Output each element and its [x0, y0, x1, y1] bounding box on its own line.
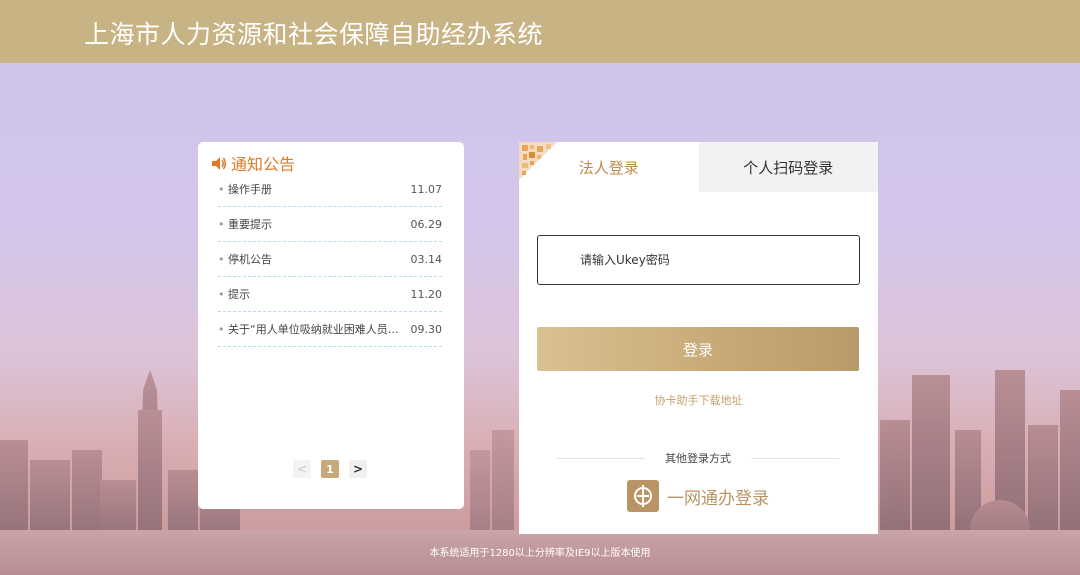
- notice-item[interactable]: 关于“用人单位吸纳就业困难人员岗位... 09.30: [218, 312, 442, 347]
- speaker-icon: [212, 156, 226, 170]
- login-tabs: 法人登录 个人扫码登录: [519, 142, 878, 192]
- notice-list: 操作手册 11.07 重要提示 06.29 停机公告 03.14 提示 11.2…: [218, 172, 442, 347]
- notice-item[interactable]: 操作手册 11.07: [218, 172, 442, 207]
- notice-item-date: 11.20: [410, 287, 443, 301]
- login-button[interactable]: 登录: [537, 327, 859, 371]
- notice-item-date: 03.14: [410, 252, 443, 266]
- notice-item-date: 09.30: [410, 322, 443, 336]
- other-login-methods-label: 其他登录方式: [665, 452, 731, 465]
- ywtb-login-label[interactable]: 一网通办登录: [667, 484, 769, 509]
- header-bar: 上海市人力资源和社会保障自助经办系统: [0, 0, 1080, 63]
- notice-item-text[interactable]: 关于“用人单位吸纳就业困难人员岗位...: [218, 321, 403, 337]
- notice-item-text[interactable]: 提示: [218, 286, 250, 302]
- notice-item[interactable]: 重要提示 06.29: [218, 207, 442, 242]
- notice-panel: 通知公告 操作手册 11.07 重要提示 06.29 停机公告 03.14 提示…: [198, 142, 464, 509]
- tab-personal-scan-login[interactable]: 个人扫码登录: [698, 142, 878, 192]
- notice-pagination: < 1 >: [293, 460, 377, 478]
- qr-code-corner-icon[interactable]: [519, 142, 557, 180]
- pager-prev-button[interactable]: <: [293, 460, 311, 478]
- pager-current-page[interactable]: 1: [321, 460, 339, 478]
- notice-item-text[interactable]: 操作手册: [218, 181, 272, 197]
- ukey-password-input[interactable]: [537, 235, 860, 285]
- notice-item-date: 11.07: [410, 182, 443, 196]
- divider-line: [751, 457, 839, 459]
- notice-item[interactable]: 提示 11.20: [218, 277, 442, 312]
- footer-compatibility-note: 本系统适用于1280以上分辨率及IE9以上版本使用: [429, 548, 651, 559]
- login-panel: 法人登录 个人扫码登录 登录 协卡助手下载地址 其他登录方式 一网通办登录: [519, 142, 878, 534]
- system-title: 上海市人力资源和社会保障自助经办系统: [84, 20, 544, 49]
- yiwangtongban-logo-icon: [627, 480, 659, 512]
- divider-line: [557, 457, 645, 459]
- notice-item-text[interactable]: 停机公告: [218, 251, 272, 267]
- other-login-methods-divider: 其他登录方式: [557, 450, 839, 466]
- ukey-helper-download-link[interactable]: 协卡助手下载地址: [519, 392, 878, 408]
- notice-item-date: 06.29: [410, 217, 443, 231]
- pager-next-button[interactable]: >: [349, 460, 367, 478]
- notice-item-text[interactable]: 重要提示: [218, 216, 272, 232]
- ywtb-login-button[interactable]: 一网通办登录: [627, 480, 769, 512]
- notice-item[interactable]: 停机公告 03.14: [218, 242, 442, 277]
